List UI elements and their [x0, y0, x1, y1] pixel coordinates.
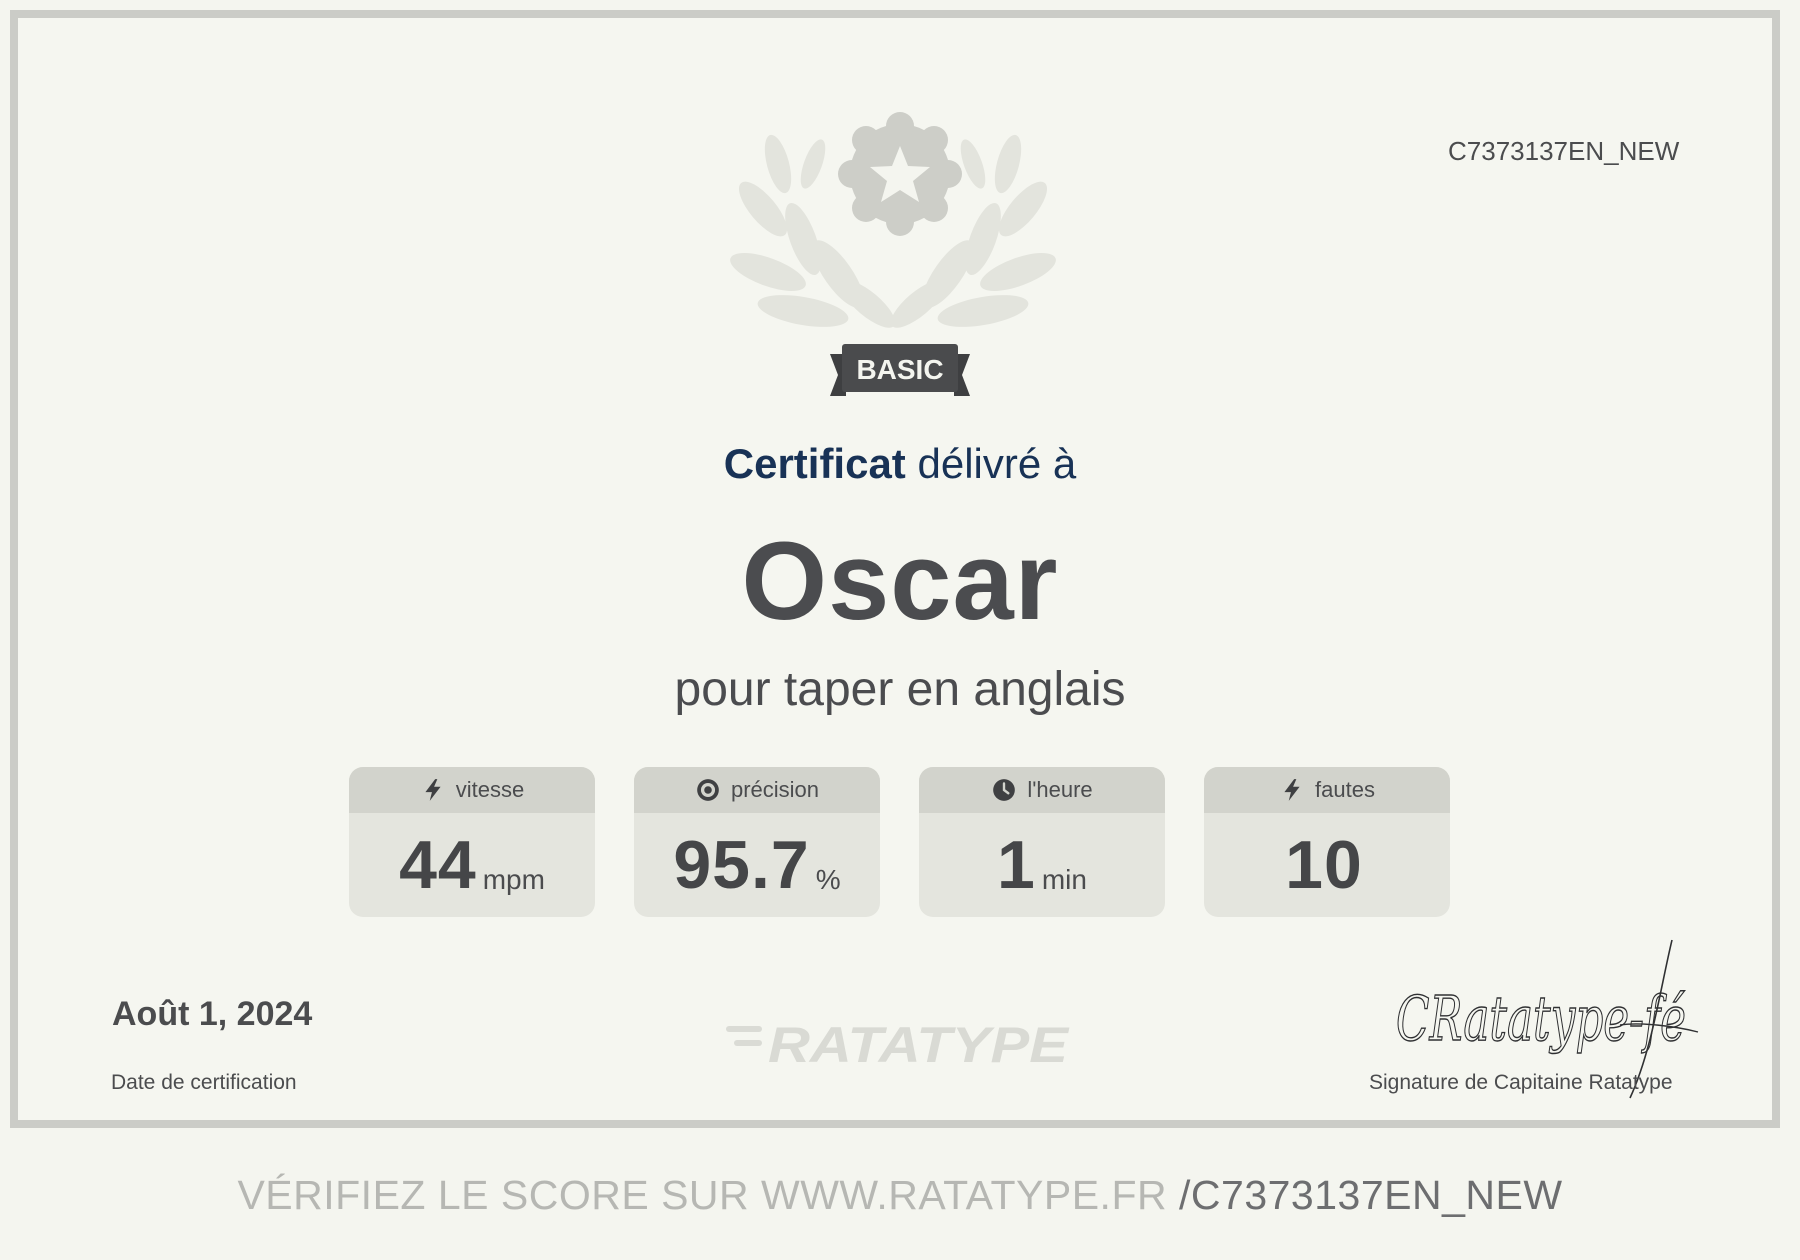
stat-accuracy: précision 95.7 % — [634, 767, 880, 917]
stat-value: 95.7 — [673, 827, 810, 903]
stat-label: l'heure — [1027, 777, 1093, 802]
stat-errors: fautes 10 — [1204, 767, 1450, 917]
clock-icon — [993, 779, 1016, 801]
level-badge: BASIC — [856, 354, 943, 385]
verify-url: VÉRIFIEZ LE SCORE SUR WWW.RATATYPE.FR /C… — [0, 1172, 1800, 1219]
heading-bold: Certificat — [723, 440, 906, 487]
logo-wordmark: RATATYPE — [768, 1018, 1070, 1068]
certification-date: Août 1, 2024 — [112, 995, 313, 1033]
certificate-heading: Certificat délivré à — [0, 440, 1800, 488]
signature-script: CRatatype-fé — [1396, 982, 1686, 1055]
stats-row: vitesse 44 mpm précision 95.7 % l'heure … — [349, 767, 1452, 917]
certificate-id: C7373137EN_NEW — [1448, 136, 1680, 166]
stat-value: 1 — [997, 827, 1036, 903]
verify-prefix: VÉRIFIEZ LE SCORE SUR WWW.RATATYPE.FR — [237, 1172, 1168, 1218]
stat-label: précision — [730, 777, 820, 802]
stat-value: 10 — [1285, 827, 1363, 903]
target-icon — [697, 779, 719, 801]
recipient-name: Oscar — [741, 520, 1059, 643]
heading-rest: délivré à — [917, 440, 1077, 487]
verify-id: /C7373137EN_NEW — [1179, 1172, 1563, 1218]
stat-unit: % — [815, 864, 841, 895]
ratatype-logo: RATATYPE — [726, 1018, 1070, 1068]
stat-value: 44 — [399, 827, 477, 903]
lightning-icon — [425, 779, 441, 801]
signature-label: Signature de Capitaine Ratatype — [1369, 1071, 1673, 1094]
stat-unit: mpm — [482, 864, 545, 895]
stat-speed: vitesse 44 mpm — [349, 767, 595, 917]
stat-time: l'heure 1 min — [919, 767, 1165, 917]
laurel-badge-icon: BASIC — [730, 112, 1056, 396]
certification-date-label: Date de certification — [111, 1071, 297, 1094]
stat-label: fautes — [1315, 777, 1375, 802]
certificate-subtitle: pour taper en anglais — [674, 663, 1126, 716]
stat-unit: min — [1041, 864, 1087, 895]
lightning-icon — [1284, 779, 1300, 801]
stat-label: vitesse — [455, 777, 525, 802]
